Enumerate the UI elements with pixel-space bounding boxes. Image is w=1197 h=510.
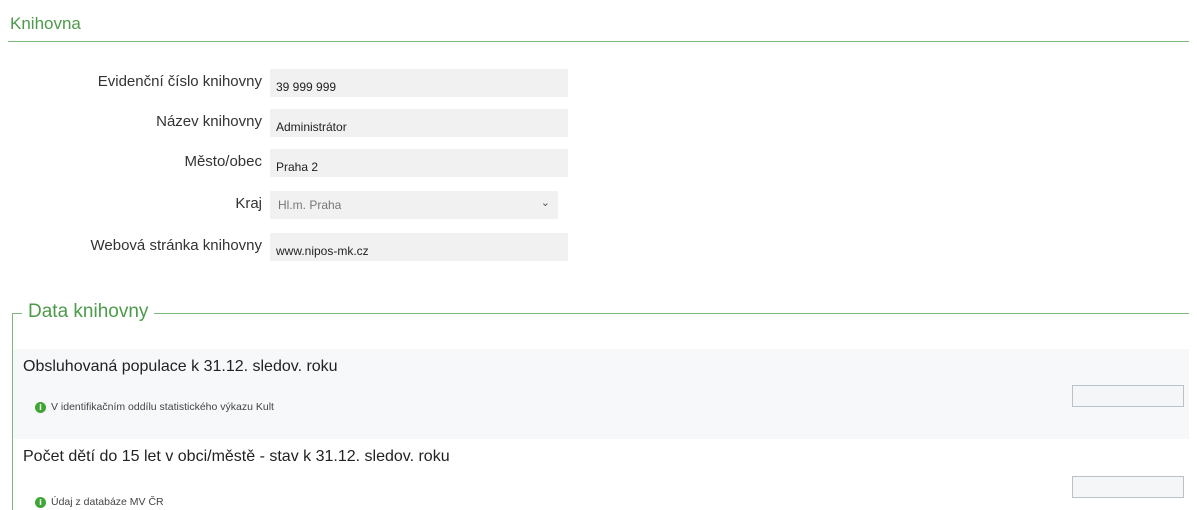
fieldset-legend: Data knihovny	[22, 301, 155, 323]
fieldset-border-top	[12, 313, 1189, 314]
region-label: Kraj	[235, 195, 262, 212]
chevron-down-icon: ⌄	[540, 197, 550, 209]
data-item-title: Obsluhovaná populace k 31.12. sledov. ro…	[23, 358, 338, 375]
data-item-hint-text: V identifikačním oddílu statistického vý…	[51, 401, 274, 413]
region-select[interactable]: Hl.m. Praha ⌄	[270, 191, 558, 219]
city-field[interactable]	[270, 149, 568, 177]
served-population-input[interactable]	[1072, 385, 1184, 407]
region-select-value: Hl.m. Praha	[278, 198, 342, 212]
website-field[interactable]	[270, 233, 568, 261]
library-name-field[interactable]	[270, 109, 568, 137]
form-row-registration-number: Evidenční číslo knihovny	[0, 69, 600, 97]
data-item-children-count: Počet dětí do 15 let v obci/městě - stav…	[13, 439, 1189, 510]
form-row-city: Město/obec	[0, 149, 600, 177]
form-row-region: Kraj Hl.m. Praha ⌄	[0, 191, 600, 219]
registration-number-label: Evidenční číslo knihovny	[97, 73, 262, 90]
registration-number-field[interactable]	[270, 69, 568, 97]
info-circle-icon: i	[35, 401, 46, 413]
form-row-library-name: Název knihovny	[0, 109, 600, 137]
section-title: Knihovna	[10, 14, 81, 33]
data-item-hint-text: Údaj z databáze MV ČR	[51, 496, 164, 508]
library-name-label: Název knihovny	[156, 113, 262, 130]
data-item-hint: i Údaj z databáze MV ČR	[35, 496, 164, 508]
children-count-input[interactable]	[1072, 476, 1184, 498]
info-circle-icon: i	[35, 496, 46, 508]
section-divider	[8, 41, 1189, 42]
data-item-hint: i V identifikačním oddílu statistického …	[35, 401, 274, 413]
city-label: Město/obec	[184, 153, 262, 170]
data-item-title: Počet dětí do 15 let v obci/městě - stav…	[23, 448, 450, 465]
website-label: Webová stránka knihovny	[90, 237, 262, 254]
form-row-website: Webová stránka knihovny	[0, 233, 600, 261]
data-item-served-population: Obsluhovaná populace k 31.12. sledov. ro…	[13, 349, 1189, 439]
